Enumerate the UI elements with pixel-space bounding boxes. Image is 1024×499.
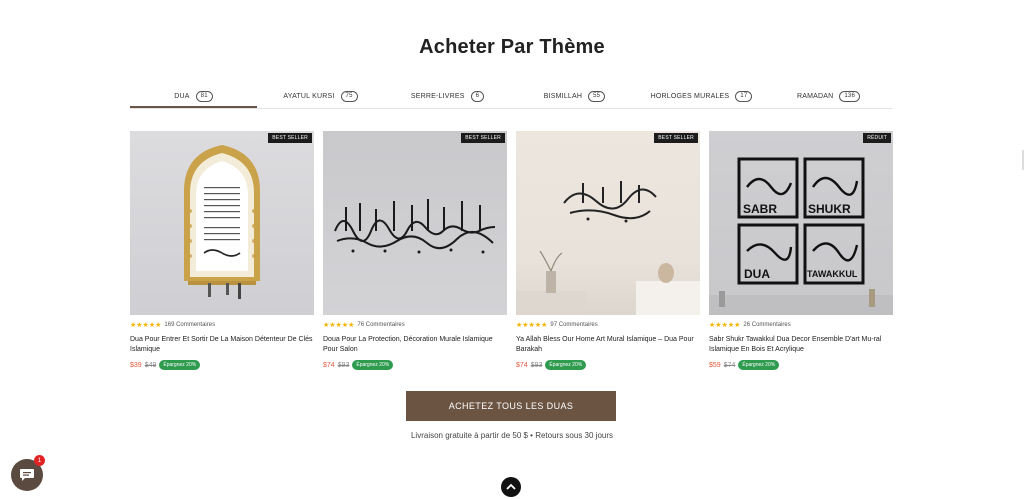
tab-count: 136 (839, 90, 861, 102)
review-count[interactable]: 76 Commentaires (357, 322, 404, 328)
star-rating-icon: ★★★★★ (130, 322, 162, 329)
tab-horloges-murales[interactable]: HORLOGES MURALES 17 (638, 90, 765, 102)
product-title[interactable]: Ya Allah Bless Our Home Art Mural Islami… (516, 335, 700, 355)
review-count[interactable]: 97 Commentaires (550, 322, 597, 328)
product-prices: $39 $49 Épargnez 20% (130, 360, 314, 370)
savings-badge: Épargnez 20% (352, 360, 394, 370)
shukr-text: SHUKR (808, 202, 851, 216)
tab-count: 6 (470, 90, 485, 102)
product-image[interactable]: BEST SELLER (323, 131, 507, 315)
theme-tabs: DUA 81 AYATUL KURSI 75 SERRE-LIVRES 6 BI… (130, 90, 892, 108)
tab-ayatul-kursi[interactable]: AYATUL KURSI 75 (257, 90, 384, 102)
bless-our-home-calligraphy-image (516, 181, 700, 315)
section-title: Acheter Par Thème (419, 36, 605, 58)
product-rating: ★★★★★ 76 Commentaires (323, 321, 507, 329)
product-card[interactable]: BEST SELLER ★★★★★ 97 Commentaires Ya All… (516, 131, 700, 370)
chevron-up-icon (506, 483, 516, 490)
sale-price: $74 (323, 361, 335, 369)
product-card[interactable]: BEST SELLER ★★★★★ 169 Commentaires Dua P… (130, 131, 314, 370)
sabr-text: SABR (743, 202, 777, 216)
tab-serre-livres[interactable]: SERRE-LIVRES 6 (384, 90, 511, 102)
tab-label: BISMILLAH (543, 92, 583, 100)
chat-notification-badge: 1 (34, 455, 45, 466)
shop-all-duas-button[interactable]: ACHETEZ TOUS LES DUAS (406, 391, 616, 421)
review-count[interactable]: 169 Commentaires (164, 322, 215, 328)
chat-bubble-icon (20, 469, 34, 481)
sale-price: $39 (130, 361, 142, 369)
tab-label: HORLOGES MURALES (650, 92, 730, 100)
product-prices: $74 $93 Épargnez 20% (516, 360, 700, 370)
tabs-divider (130, 108, 892, 109)
star-rating-icon: ★★★★★ (323, 322, 355, 329)
tab-ramadan[interactable]: RAMADAN 136 (765, 90, 892, 102)
sale-price: $74 (516, 361, 528, 369)
savings-badge: Épargnez 20% (738, 360, 780, 370)
review-count[interactable]: 26 Commentaires (743, 322, 790, 328)
star-rating-icon: ★★★★★ (709, 322, 741, 329)
product-rating: ★★★★★ 97 Commentaires (516, 321, 700, 329)
dua-text: DUA (744, 267, 770, 281)
product-card[interactable]: SABR SHUKR DUA TAWAKKUL RÉDUIT ★★★★★ 26 … (709, 131, 893, 370)
star-rating-icon: ★★★★★ (516, 322, 548, 329)
sale-price: $59 (709, 361, 721, 369)
tawakkul-text: TAWAKKUL (807, 269, 858, 279)
shipping-note: Livraison gratuite à partir de 50 $ • Re… (410, 431, 614, 440)
tab-dua[interactable]: DUA 81 (130, 90, 257, 108)
product-badge: RÉDUIT (863, 133, 891, 143)
product-grid: BEST SELLER ★★★★★ 169 Commentaires Dua P… (130, 131, 893, 370)
tab-label: RAMADAN (796, 92, 834, 100)
product-rating: ★★★★★ 169 Commentaires (130, 321, 314, 329)
product-image[interactable]: BEST SELLER (516, 131, 700, 315)
original-price: $93 (530, 361, 543, 369)
original-price: $74 (723, 361, 736, 369)
original-price: $93 (337, 361, 350, 369)
tab-count: 17 (735, 90, 753, 102)
tab-count: 81 (195, 90, 213, 102)
product-rating: ★★★★★ 26 Commentaires (709, 321, 893, 329)
tab-label: DUA (174, 92, 190, 100)
product-title[interactable]: Doua Pour La Protection, Décoration Mura… (323, 335, 507, 355)
original-price: $49 (144, 361, 157, 369)
dua-arch-key-holder-image (184, 145, 260, 299)
product-badge: BEST SELLER (461, 133, 505, 143)
product-prices: $59 $74 Épargnez 20% (709, 360, 893, 370)
tab-label: SERRE-LIVRES (410, 92, 465, 100)
product-badge: BEST SELLER (268, 133, 312, 143)
product-card[interactable]: BEST SELLER ★★★★★ 76 Commentaires Doua P… (323, 131, 507, 370)
protection-calligraphy-image (334, 199, 496, 254)
tab-count: 55 (588, 90, 606, 102)
savings-badge: Épargnez 20% (545, 360, 587, 370)
scroll-to-top-button[interactable] (501, 477, 521, 497)
product-title[interactable]: Sabr Shukr Tawakkul Dua Decor Ensemble D… (709, 335, 893, 355)
savings-badge: Épargnez 20% (159, 360, 201, 370)
product-image[interactable]: SABR SHUKR DUA TAWAKKUL RÉDUIT (709, 131, 893, 315)
sabr-shukr-dua-tawakkul-set-image: SABR SHUKR DUA TAWAKKUL (709, 157, 893, 315)
product-prices: $74 $93 Épargnez 20% (323, 360, 507, 370)
tab-bismillah[interactable]: BISMILLAH 55 (511, 90, 638, 102)
tab-count: 75 (340, 90, 358, 102)
product-title[interactable]: Dua Pour Entrer Et Sortir De La Maison D… (130, 335, 314, 355)
product-badge: BEST SELLER (654, 133, 698, 143)
product-image[interactable]: BEST SELLER (130, 131, 314, 315)
tab-label: AYATUL KURSI (283, 92, 335, 100)
